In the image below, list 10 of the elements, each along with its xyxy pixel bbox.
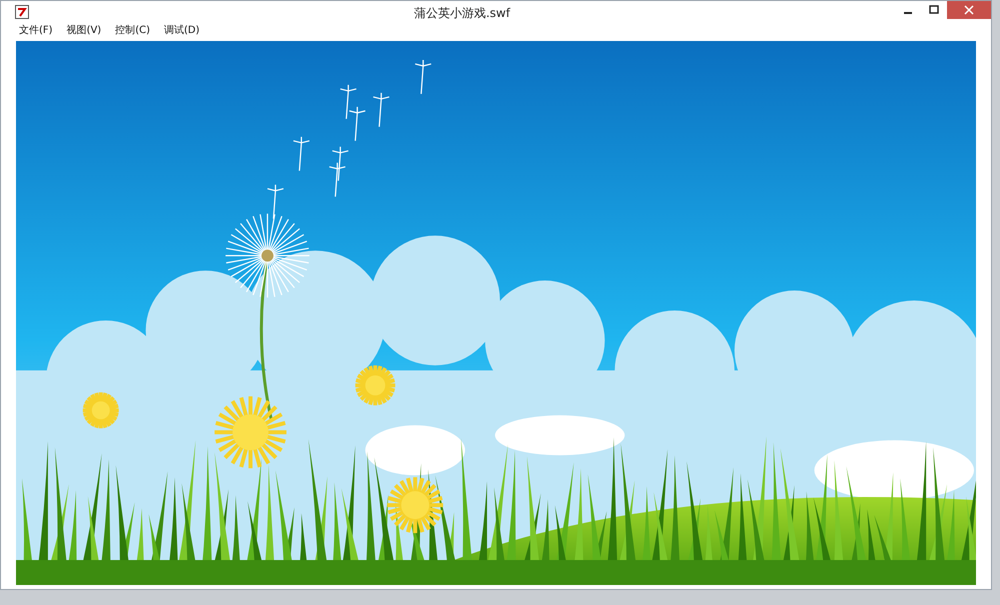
close-button[interactable] <box>947 1 991 19</box>
window-title: 蒲公英小游戏.swf <box>414 6 510 20</box>
close-icon <box>964 5 974 15</box>
maximize-icon <box>929 5 939 15</box>
menu-item[interactable]: 调试(D) <box>162 23 202 39</box>
app-icon <box>15 5 29 19</box>
menu-item[interactable]: 文件(F) <box>17 23 55 39</box>
menu-item[interactable]: 控制(C) <box>113 23 152 39</box>
menu-item[interactable]: 视图(V) <box>64 23 104 39</box>
minimize-icon <box>904 12 912 14</box>
